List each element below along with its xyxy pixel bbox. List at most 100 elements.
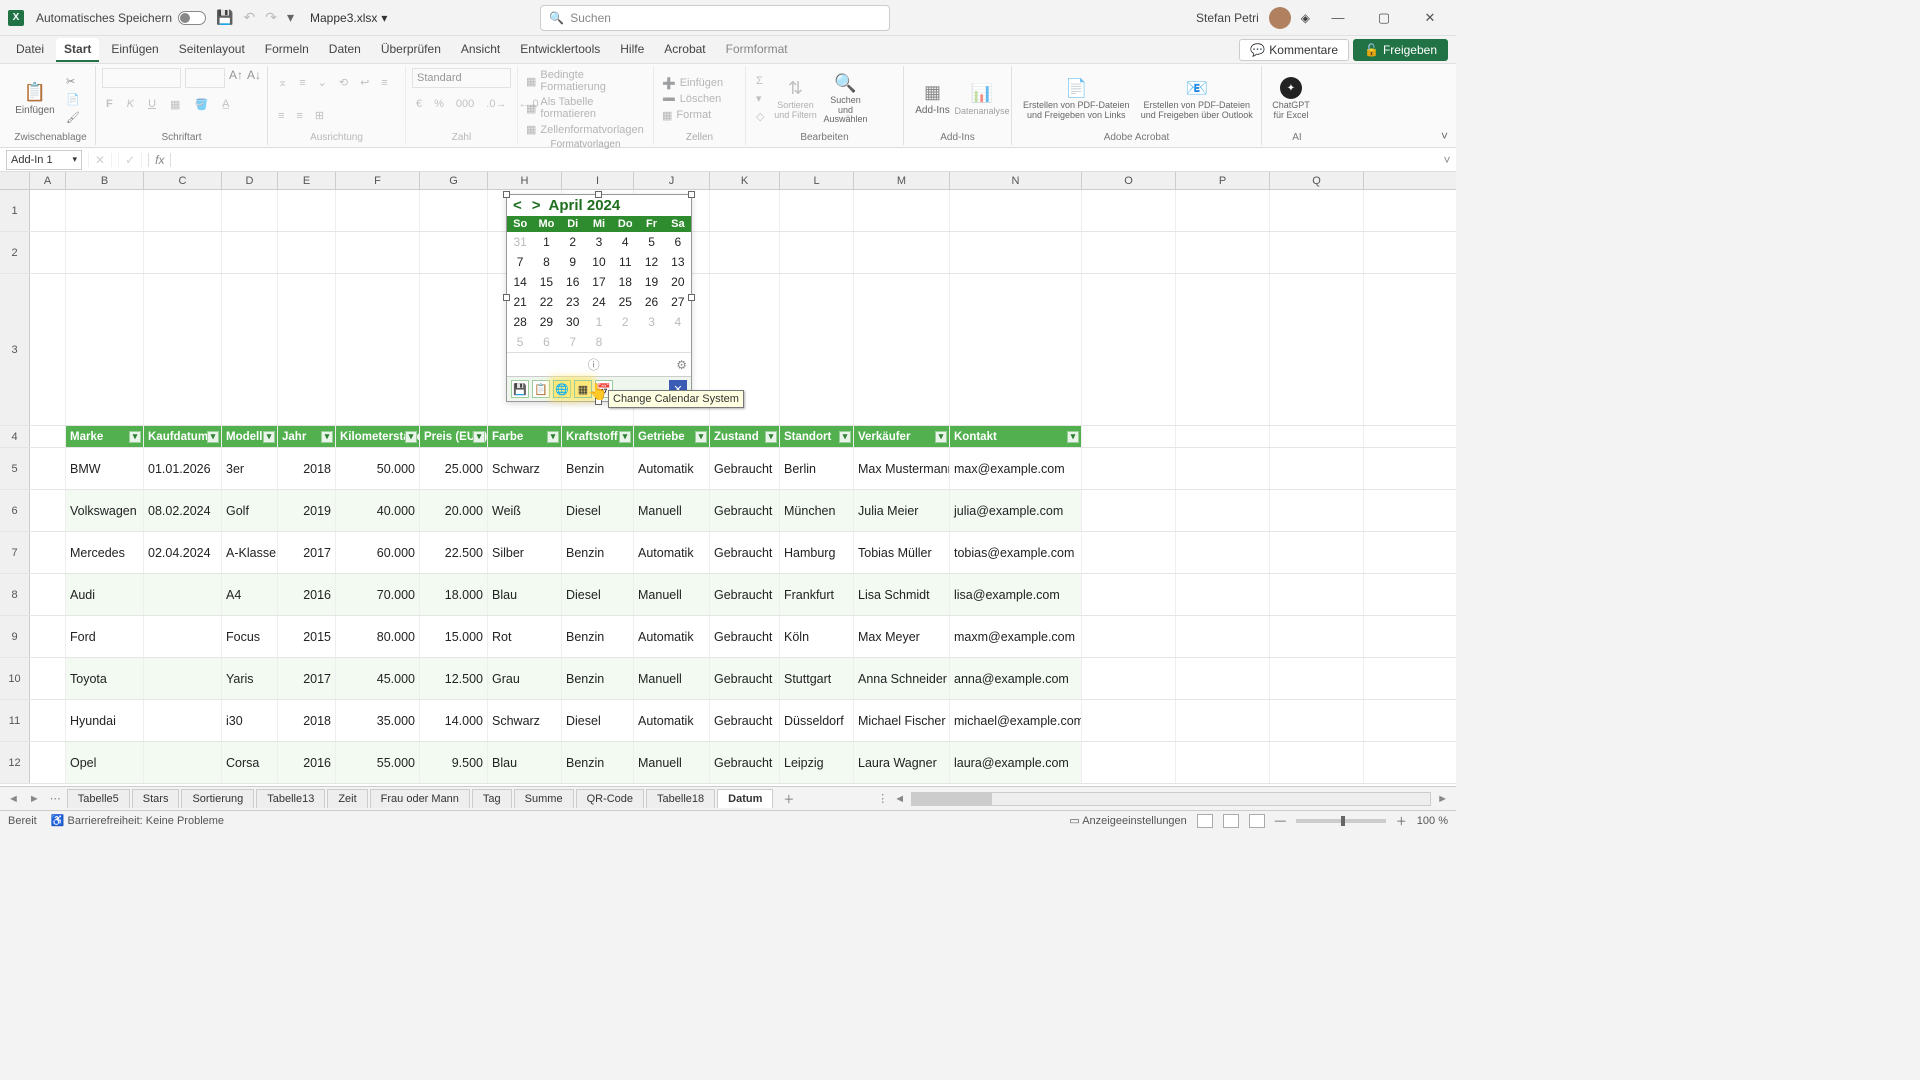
cell[interactable] bbox=[336, 190, 420, 231]
cell[interactable] bbox=[144, 232, 222, 273]
col-header[interactable]: H bbox=[488, 172, 562, 189]
menu-tab-formformat[interactable]: Formformat bbox=[718, 38, 796, 62]
filter-dropdown-icon[interactable]: ▾ bbox=[935, 431, 947, 443]
calendar-day[interactable]: 1 bbox=[586, 312, 612, 332]
decrease-font-icon[interactable]: A↓ bbox=[247, 68, 261, 88]
table-cell[interactable]: julia@example.com bbox=[950, 490, 1082, 531]
cell[interactable] bbox=[1176, 448, 1270, 489]
col-header[interactable]: L bbox=[780, 172, 854, 189]
table-cell[interactable]: Rot bbox=[488, 616, 562, 657]
table-cell[interactable]: Audi bbox=[66, 574, 144, 615]
calendar-day[interactable]: 19 bbox=[638, 272, 664, 292]
display-settings-button[interactable]: ▭ Anzeigeeinstellungen bbox=[1069, 814, 1186, 827]
align-top-icon[interactable]: ⌅ bbox=[274, 74, 291, 91]
table-cell[interactable]: 80.000 bbox=[336, 616, 420, 657]
wrap-text-icon[interactable]: ↩ bbox=[356, 74, 373, 91]
table-cell[interactable]: Diesel bbox=[562, 700, 634, 741]
table-cell[interactable]: 2017 bbox=[278, 532, 336, 573]
sheet-tab[interactable]: Frau oder Mann bbox=[370, 789, 470, 808]
calendar-day[interactable]: 9 bbox=[560, 252, 586, 272]
cell[interactable] bbox=[30, 274, 66, 425]
undo-icon[interactable]: ↶ bbox=[244, 9, 256, 26]
calendar-info-icon[interactable]: ⓘ bbox=[588, 356, 600, 373]
menu-tab-seitenlayout[interactable]: Seitenlayout bbox=[171, 38, 253, 62]
cell[interactable] bbox=[66, 232, 144, 273]
table-cell[interactable]: Automatik bbox=[634, 532, 710, 573]
calendar-day[interactable]: 21 bbox=[507, 292, 533, 312]
sheet-tab[interactable]: Datum bbox=[717, 789, 773, 808]
table-cell[interactable] bbox=[144, 742, 222, 783]
calendar-day[interactable]: 5 bbox=[638, 232, 664, 252]
border-button[interactable]: ▦ bbox=[166, 96, 184, 113]
table-cell[interactable]: Schwarz bbox=[488, 700, 562, 741]
calendar-day[interactable]: 1 bbox=[533, 232, 559, 252]
align-bottom-icon[interactable]: ⌄ bbox=[314, 74, 331, 91]
calendar-day[interactable]: 20 bbox=[665, 272, 691, 292]
col-header[interactable]: A bbox=[30, 172, 66, 189]
fill-color-button[interactable]: 🪣 bbox=[190, 96, 212, 113]
menu-tab-einfügen[interactable]: Einfügen bbox=[103, 38, 166, 62]
calendar-day[interactable]: 25 bbox=[612, 292, 638, 312]
table-header-cell[interactable]: Kaufdatum▾ bbox=[144, 426, 222, 447]
table-cell[interactable]: 01.01.2026 bbox=[144, 448, 222, 489]
diamond-icon[interactable]: ◈ bbox=[1301, 11, 1310, 25]
zoom-out-button[interactable]: — bbox=[1275, 815, 1286, 827]
cell[interactable] bbox=[222, 232, 278, 273]
col-header[interactable]: G bbox=[420, 172, 488, 189]
addins-button[interactable]: ▦Add-Ins bbox=[910, 71, 955, 127]
data-analysis-button[interactable]: 📊Datenanalyse bbox=[959, 71, 1005, 127]
table-cell[interactable]: Benzin bbox=[562, 742, 634, 783]
row-header[interactable]: 7 bbox=[0, 532, 30, 573]
table-cell[interactable]: Manuell bbox=[634, 742, 710, 783]
row-header[interactable]: 10 bbox=[0, 658, 30, 699]
table-cell[interactable]: maxm@example.com bbox=[950, 616, 1082, 657]
expand-formula-bar-icon[interactable]: ˅ bbox=[1438, 153, 1456, 167]
cell[interactable] bbox=[1270, 532, 1364, 573]
calendar-day[interactable]: 18 bbox=[612, 272, 638, 292]
filter-dropdown-icon[interactable]: ▾ bbox=[129, 431, 141, 443]
cell[interactable] bbox=[1176, 616, 1270, 657]
page-break-view-button[interactable] bbox=[1249, 814, 1265, 828]
calendar-day[interactable]: 29 bbox=[533, 312, 559, 332]
autosum-icon[interactable]: Σ bbox=[752, 73, 768, 89]
table-cell[interactable]: 2017 bbox=[278, 658, 336, 699]
calendar-day[interactable]: 16 bbox=[560, 272, 586, 292]
format-cells-button[interactable]: ▦ Format bbox=[660, 108, 725, 123]
filter-dropdown-icon[interactable]: ▾ bbox=[405, 431, 417, 443]
table-cell[interactable]: anna@example.com bbox=[950, 658, 1082, 699]
table-cell[interactable]: Manuell bbox=[634, 490, 710, 531]
cell[interactable] bbox=[30, 742, 66, 783]
col-header[interactable]: K bbox=[710, 172, 780, 189]
table-cell[interactable]: Toyota bbox=[66, 658, 144, 699]
table-cell[interactable]: Automatik bbox=[634, 700, 710, 741]
col-header[interactable]: E bbox=[278, 172, 336, 189]
cell[interactable] bbox=[278, 274, 336, 425]
table-cell[interactable]: Diesel bbox=[562, 490, 634, 531]
table-cell[interactable]: 15.000 bbox=[420, 616, 488, 657]
row-header[interactable]: 2 bbox=[0, 232, 30, 273]
collapse-ribbon-icon[interactable]: ˅ bbox=[1441, 129, 1448, 143]
table-cell[interactable]: 70.000 bbox=[336, 574, 420, 615]
table-cell[interactable] bbox=[144, 574, 222, 615]
cell[interactable] bbox=[1082, 190, 1176, 231]
italic-button[interactable]: K bbox=[123, 96, 138, 113]
toggle-off-icon[interactable] bbox=[178, 11, 206, 25]
cell[interactable] bbox=[780, 274, 854, 425]
cell[interactable] bbox=[336, 274, 420, 425]
table-cell[interactable]: Hamburg bbox=[780, 532, 854, 573]
row-header[interactable]: 1 bbox=[0, 190, 30, 231]
col-header[interactable]: D bbox=[222, 172, 278, 189]
cell[interactable] bbox=[854, 274, 950, 425]
cell[interactable] bbox=[30, 658, 66, 699]
sheet-nav-menu[interactable]: ⋯ bbox=[46, 792, 65, 805]
zoom-in-button[interactable]: ＋ bbox=[1396, 813, 1407, 829]
calendar-day[interactable]: 15 bbox=[533, 272, 559, 292]
zoom-slider[interactable] bbox=[1296, 819, 1386, 823]
cell[interactable] bbox=[1176, 532, 1270, 573]
fill-icon[interactable]: ▾ bbox=[752, 90, 768, 107]
clear-icon[interactable]: ◇ bbox=[752, 108, 768, 125]
format-painter-button[interactable]: 🖌 bbox=[62, 109, 84, 126]
paste-button[interactable]: 📋Einfügen bbox=[12, 71, 58, 127]
cell[interactable] bbox=[1176, 274, 1270, 425]
insert-cells-button[interactable]: ➕ Einfügen bbox=[660, 76, 725, 91]
